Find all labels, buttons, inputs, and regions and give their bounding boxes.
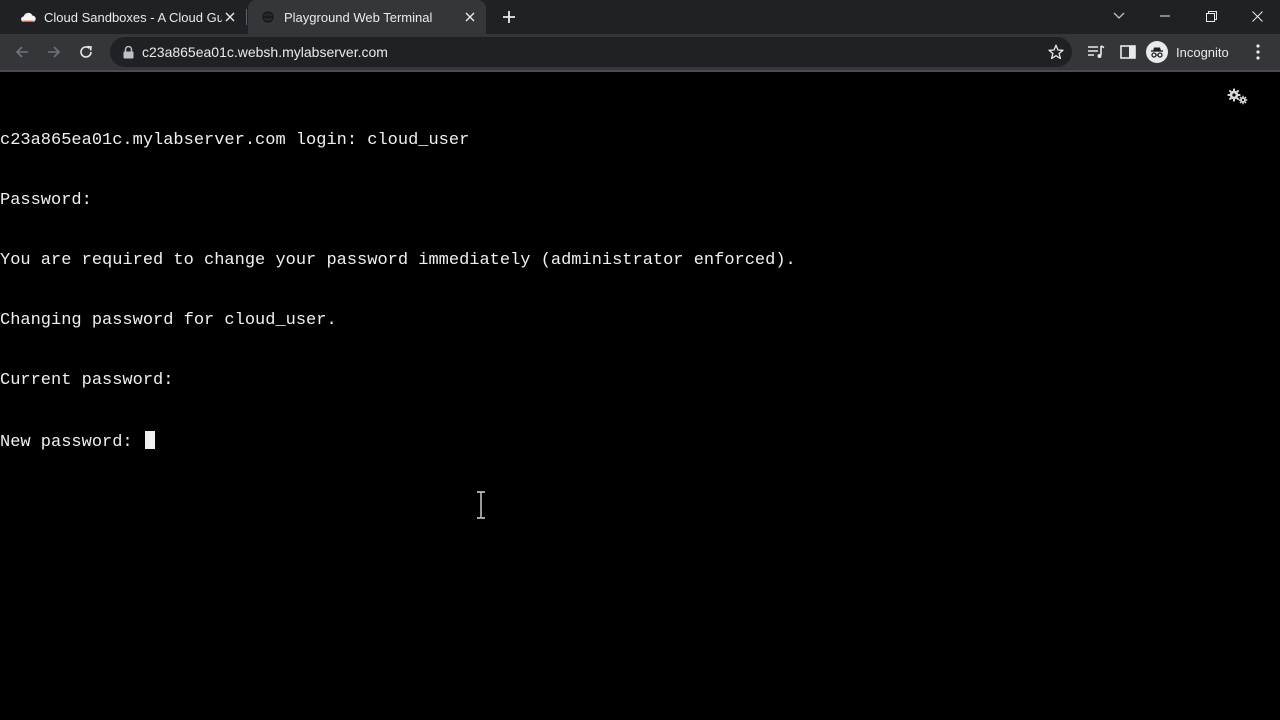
side-panel-icon[interactable] (1116, 40, 1140, 64)
terminal-cursor (144, 431, 155, 449)
tab-title: Cloud Sandboxes - A Cloud Guru (44, 9, 222, 25)
close-window-button[interactable] (1234, 0, 1280, 32)
tab-title: Playground Web Terminal (284, 9, 433, 25)
terminal-line: Current password: (0, 371, 174, 390)
plus-icon (503, 11, 515, 23)
cloud-icon (20, 9, 36, 25)
tab-cloud-sandboxes[interactable]: Cloud Sandboxes - A Cloud Guru (8, 0, 246, 34)
browser-toolbar: c23a865ea01c.websh.mylabserver.com Incog… (0, 34, 1280, 70)
incognito-icon (1146, 41, 1168, 63)
restore-icon (1205, 10, 1217, 22)
url-text: c23a865ea01c.websh.mylabserver.com (142, 44, 388, 60)
kebab-menu-icon[interactable] (1246, 40, 1270, 64)
new-tab-button[interactable] (498, 6, 520, 28)
text-cursor-icon (476, 491, 486, 519)
minimize-icon (1160, 15, 1170, 17)
arrow-left-icon (15, 46, 28, 58)
close-icon (1251, 10, 1263, 22)
close-icon[interactable] (462, 9, 478, 25)
terminal-output: c23a865ea01c.mylabserver.com login: clou… (0, 91, 796, 491)
incognito-profile-button[interactable]: Incognito (1146, 39, 1229, 65)
tab-playground-web-terminal[interactable]: Playground Web Terminal (248, 0, 486, 34)
reload-button[interactable] (72, 38, 100, 66)
tab-search-button[interactable] (1096, 0, 1142, 32)
terminal-line: You are required to change your password… (0, 251, 796, 270)
terminal-line: Password: (0, 191, 92, 210)
chevron-down-icon (1113, 12, 1125, 19)
settings-gears-icon[interactable] (1226, 86, 1250, 106)
bookmark-star-icon[interactable] (1046, 42, 1066, 62)
reload-icon (80, 45, 92, 58)
forward-button[interactable] (40, 38, 68, 66)
reading-list-icon[interactable] (1084, 40, 1108, 64)
terminal-line: c23a865ea01c.mylabserver.com login: clou… (0, 131, 470, 150)
incognito-label: Incognito (1176, 44, 1229, 60)
back-button[interactable] (8, 38, 36, 66)
tab-separator (246, 9, 247, 25)
address-bar[interactable]: c23a865ea01c.websh.mylabserver.com (110, 37, 1072, 67)
lock-icon[interactable] (120, 44, 136, 60)
close-icon[interactable] (222, 9, 238, 25)
terminal-line: New password: (0, 433, 143, 452)
globe-icon (260, 9, 276, 25)
terminal-prompt-line[interactable]: New password: (0, 431, 796, 452)
minimize-button[interactable] (1142, 0, 1188, 32)
web-terminal[interactable]: c23a865ea01c.mylabserver.com login: clou… (0, 72, 1280, 720)
tab-strip: Cloud Sandboxes - A Cloud Guru Playgroun… (0, 0, 1280, 34)
terminal-line: Changing password for cloud_user. (0, 311, 337, 330)
restore-button[interactable] (1188, 0, 1234, 32)
arrow-right-icon (48, 46, 61, 58)
